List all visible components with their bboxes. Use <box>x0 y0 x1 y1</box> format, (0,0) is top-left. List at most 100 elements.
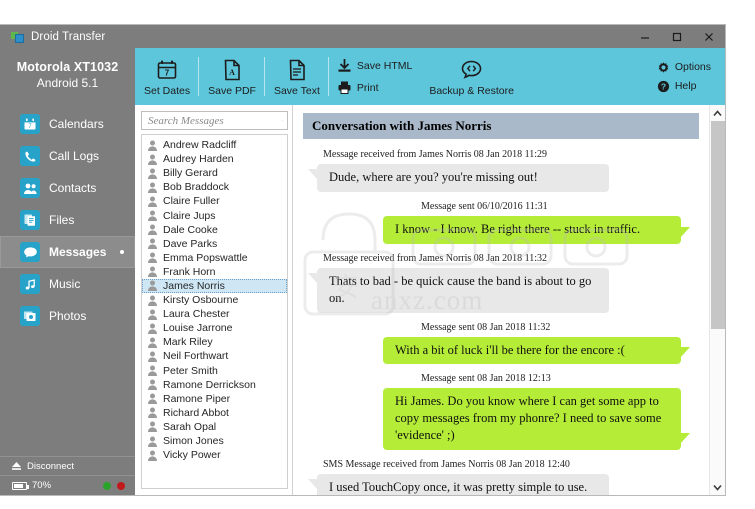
contact-name: Laura Chester <box>163 308 230 321</box>
contact-list-item[interactable]: Louise Jarrone <box>142 321 287 335</box>
contact-list-item[interactable]: Simon Jones <box>142 434 287 448</box>
contacts-list[interactable]: Andrew Radcliff Audrey Harden Billy Gerard… <box>141 134 288 489</box>
contact-name: Kirsty Osbourne <box>163 294 239 307</box>
sidebar-item-contacts[interactable]: Contacts <box>0 172 135 204</box>
help-button[interactable]: ? Help <box>657 80 711 93</box>
avatar-icon <box>148 365 157 377</box>
contact-list-item[interactable]: Peter Smith <box>142 364 287 378</box>
scroll-up-icon[interactable] <box>710 105 726 121</box>
message-bubble[interactable]: Thats to bad - be quick cause the band i… <box>308 267 609 313</box>
sidebar-item-photos[interactable]: Photos <box>0 300 135 332</box>
save-pdf-button[interactable]: A Save PDF <box>199 48 265 105</box>
avatar-icon <box>148 323 157 334</box>
contact-list-item[interactable]: Emma Popswattle <box>142 251 287 265</box>
contact-list-item[interactable]: Frank Horn <box>142 265 287 279</box>
message-bubble[interactable]: Hi James. Do you know where I can get so… <box>383 388 690 450</box>
avatar-icon <box>148 295 157 306</box>
contact-list-item[interactable]: Mark Riley <box>142 335 287 349</box>
contact-name: Audrey Harden <box>163 153 234 166</box>
conversation-scrollbar[interactable] <box>709 105 725 495</box>
close-icon[interactable] <box>693 25 725 48</box>
options-button[interactable]: Options <box>657 61 711 74</box>
backup-restore-button[interactable]: Backup & Restore <box>420 48 523 105</box>
contact-name: Louise Jarrone <box>163 322 233 335</box>
status-leds <box>103 481 125 490</box>
disconnect-button[interactable]: Disconnect <box>0 457 135 475</box>
message-list: Message received from James Norris 08 Ja… <box>303 149 699 495</box>
sidebar-item-label: Photos <box>49 309 87 323</box>
message-meta: Message received from James Norris 08 Ja… <box>323 149 548 160</box>
contact-list-item[interactable]: Andrew Radcliff <box>142 138 287 152</box>
scrollbar-track[interactable] <box>710 121 726 479</box>
contact-name: Bob Braddock <box>163 181 229 194</box>
avatar-icon <box>148 182 157 193</box>
phone-icon <box>20 146 40 166</box>
save-html-button[interactable]: Save HTML <box>337 55 412 77</box>
avatar-icon <box>148 351 157 362</box>
avatar-icon <box>148 140 157 151</box>
battery-status: 70% <box>0 475 135 495</box>
conversation-scroll-area[interactable]: Conversation with James Norris Message r… <box>293 105 709 495</box>
maximize-icon[interactable] <box>661 25 693 48</box>
avatar-icon <box>148 238 157 250</box>
contact-list-item[interactable]: James Norris <box>142 278 287 294</box>
sidebar-item-files[interactable]: Files <box>0 204 135 236</box>
battery-level: 70% <box>32 480 52 491</box>
message-received: Message received from James Norris 08 Ja… <box>303 149 699 192</box>
contact-name: Vicky Power <box>163 449 221 462</box>
minimize-icon[interactable] <box>629 25 661 48</box>
contact-list-item[interactable]: Dave Parks <box>142 237 287 251</box>
sidebar-item-label: Files <box>49 213 75 227</box>
app-window: Droid Transfer Motorola XT1032 Android 5… <box>0 25 725 495</box>
message-bubble[interactable]: I know - I know. Be right there -- stuck… <box>383 215 690 244</box>
window-body: Motorola XT1032 Android 5.1 7 Calendars … <box>0 48 725 495</box>
contact-name: Ramone Piper <box>163 392 231 405</box>
message-bubble[interactable]: I used TouchCopy once, it was pretty sim… <box>308 474 609 495</box>
contact-list-item[interactable]: Ramone Derrickson <box>142 378 287 392</box>
contact-name: Billy Gerard <box>163 167 218 180</box>
contact-list-item[interactable]: Dale Cooke <box>142 223 287 237</box>
search-box[interactable] <box>141 111 288 130</box>
contact-list-item[interactable]: Audrey Harden <box>142 152 287 166</box>
scroll-down-icon[interactable] <box>710 479 726 495</box>
contact-list-item[interactable]: Laura Chester <box>142 307 287 321</box>
sidebar-item-call-logs[interactable]: Call Logs <box>0 140 135 172</box>
contact-name: Claire Fuller <box>163 195 220 208</box>
search-input[interactable] <box>148 114 282 127</box>
sidebar-item-label: Calendars <box>49 117 104 131</box>
contact-list-item[interactable]: Vicky Power <box>142 448 287 462</box>
message-meta: Message received from James Norris 08 Ja… <box>323 252 548 264</box>
contact-list-item[interactable]: Billy Gerard <box>142 166 287 180</box>
contact-list-item[interactable]: Ramone Piper <box>142 392 287 406</box>
contact-list-item[interactable]: Sarah Opal <box>142 420 287 434</box>
contact-list-item[interactable]: Claire Jups <box>142 208 287 222</box>
avatar-icon <box>148 407 157 419</box>
svg-text:A: A <box>229 68 235 77</box>
contact-list-item[interactable]: Bob Braddock <box>142 180 287 194</box>
scrollbar-thumb[interactable] <box>710 121 725 329</box>
message-bubble[interactable]: Dude, where are you? you're missing out! <box>308 164 609 192</box>
contact-list-item[interactable]: Claire Fuller <box>142 194 287 208</box>
contact-list-item[interactable]: Richard Abbot <box>142 406 287 420</box>
photos-icon <box>20 306 40 326</box>
help-label: Help <box>674 80 697 92</box>
led-red <box>117 481 125 490</box>
contact-list-item[interactable]: Kirsty Osbourne <box>142 293 287 307</box>
contact-name: Mark Riley <box>163 336 213 349</box>
sidebar-item-calendars[interactable]: 7 Calendars <box>0 108 135 140</box>
sidebar-item-label: Music <box>49 277 81 291</box>
music-icon <box>20 274 40 294</box>
contact-list-item[interactable]: Neil Forthwart <box>142 349 287 363</box>
avatar-icon <box>148 280 157 292</box>
set-dates-button[interactable]: 7 Set Dates <box>135 48 200 105</box>
sidebar-item-music[interactable]: Music <box>0 268 135 300</box>
print-button[interactable]: Print <box>337 77 412 99</box>
calendar-icon: 7 <box>20 114 40 134</box>
backup-restore-icon <box>460 57 483 83</box>
sidebar-item-label: Messages <box>49 245 107 259</box>
save-text-button[interactable]: Save Text <box>265 48 329 105</box>
message-bubble[interactable]: With a bit of luck i'll be there for the… <box>383 336 690 365</box>
message-meta: SMS Message received from James Norris 0… <box>323 459 570 470</box>
sidebar-item-messages[interactable]: Messages <box>0 236 135 268</box>
set-dates-label: Set Dates <box>144 84 191 97</box>
